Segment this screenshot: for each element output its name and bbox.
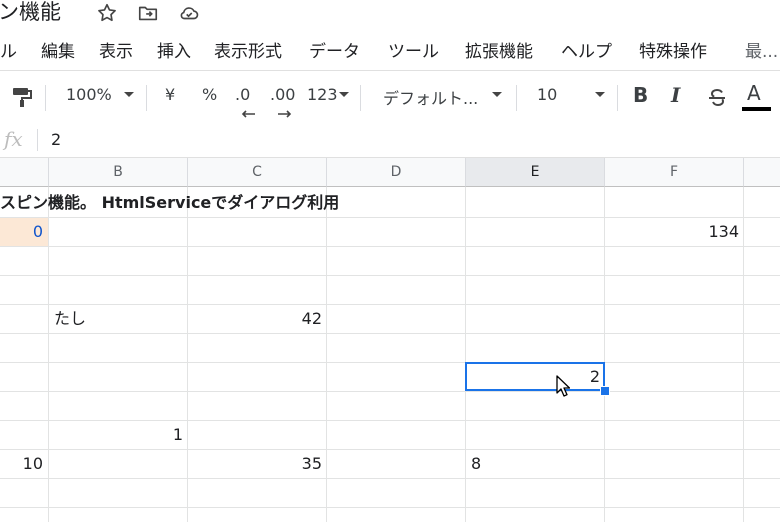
column-header-d[interactable]: D (327, 158, 466, 187)
cell-c10[interactable]: 35 (188, 450, 327, 478)
toolbar-divider (45, 85, 46, 111)
column-header-g[interactable] (744, 158, 780, 187)
arrow-right-icon (277, 103, 293, 122)
text-color-swatch (742, 107, 771, 111)
menu-insert[interactable]: 挿入 (157, 37, 191, 62)
toolbar-divider (146, 85, 147, 111)
star-icon[interactable] (96, 2, 118, 24)
bold-button[interactable]: B (633, 83, 648, 107)
cell-title[interactable]: スピン機能。 HtmlServiceでダイアログ利用 (0, 189, 400, 217)
menu-overflow[interactable]: 最... (745, 37, 778, 62)
italic-button[interactable]: I (671, 83, 680, 107)
decrease-decimal-button[interactable]: .0 (235, 85, 250, 104)
document-title[interactable]: ン機能 (0, 0, 61, 26)
formula-input[interactable]: 2 (51, 130, 61, 149)
menu-edit[interactable]: 編集 (41, 37, 75, 62)
chevron-down-icon[interactable] (595, 92, 605, 97)
chevron-down-icon[interactable] (339, 92, 349, 97)
toolbar: 100% ¥ % .0 .00 123 デフォルト... 10 B I A (0, 70, 780, 124)
column-header-c[interactable]: C (188, 158, 327, 187)
column-header-e[interactable]: E (466, 158, 605, 187)
menu-data[interactable]: データ (309, 37, 360, 62)
font-family-select[interactable]: デフォルト... (383, 85, 478, 109)
column-header-f[interactable]: F (605, 158, 744, 187)
active-cell-selection[interactable] (465, 362, 605, 391)
menu-extensions[interactable]: 拡張機能 (465, 37, 533, 62)
menu-tools[interactable]: ツール (388, 37, 439, 62)
currency-format-button[interactable]: ¥ (165, 85, 175, 104)
menu-bar: ル 編集 表示 挿入 表示形式 データ ツール 拡張機能 ヘルプ 特殊操作 最.… (0, 34, 780, 62)
strikethrough-icon[interactable] (705, 86, 729, 114)
cell-c5[interactable]: 42 (188, 305, 327, 333)
toolbar-divider (360, 85, 361, 111)
menu-special[interactable]: 特殊操作 (639, 37, 707, 62)
paint-format-icon[interactable] (10, 85, 34, 113)
cell-e10[interactable]: 8 (466, 450, 605, 478)
cell-b9[interactable]: 1 (49, 421, 188, 449)
column-header-b[interactable]: B (49, 158, 188, 187)
cell-a10[interactable]: 10 (0, 450, 48, 478)
percent-format-button[interactable]: % (202, 85, 217, 104)
title-bar: ン機能 (0, 0, 780, 28)
arrow-left-icon (240, 103, 256, 122)
cloud-status-icon[interactable] (178, 2, 200, 24)
fill-handle[interactable] (600, 386, 610, 396)
cell-a2[interactable]: 0 (0, 218, 48, 246)
chevron-down-icon[interactable] (124, 92, 134, 97)
menu-tools-partial[interactable]: ル (0, 37, 17, 62)
zoom-select[interactable]: 100% (66, 85, 112, 104)
move-folder-icon[interactable] (137, 2, 159, 24)
formula-divider (37, 129, 38, 151)
column-header-a[interactable] (0, 158, 49, 187)
menu-view[interactable]: 表示 (99, 37, 133, 62)
font-size-select[interactable]: 10 (537, 85, 557, 104)
toolbar-divider (516, 85, 517, 111)
menu-format[interactable]: 表示形式 (214, 37, 282, 62)
fx-icon: fx (4, 127, 23, 151)
text-color-button[interactable]: A (747, 81, 761, 105)
chevron-down-icon[interactable] (492, 92, 502, 97)
toolbar-divider (617, 85, 618, 111)
mouse-pointer-icon (556, 375, 571, 401)
cell-f2[interactable]: 134 (605, 218, 744, 246)
cell-b5[interactable]: たし (49, 305, 188, 333)
increase-decimal-button[interactable]: .00 (270, 85, 295, 104)
more-formats-button[interactable]: 123 (307, 85, 338, 104)
formula-bar: fx 2 (0, 123, 780, 158)
menu-help[interactable]: ヘルプ (561, 37, 612, 62)
